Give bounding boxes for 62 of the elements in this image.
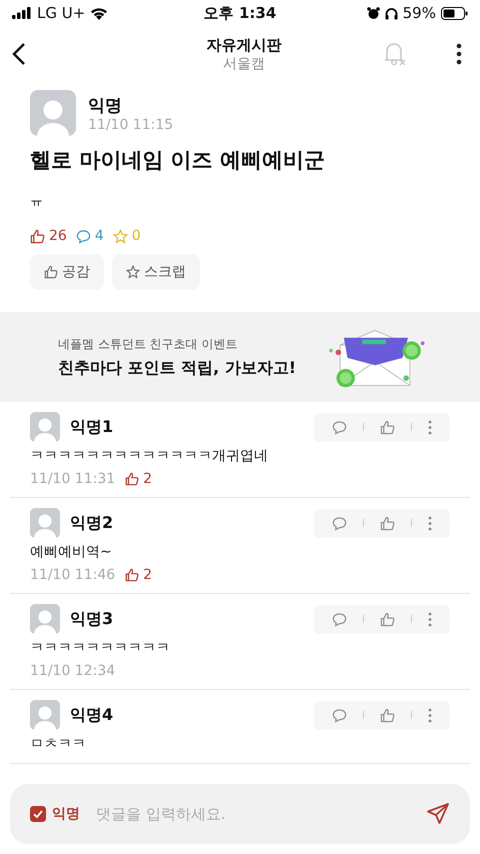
thumbs-up-icon[interactable]: [380, 612, 395, 626]
send-icon[interactable]: [426, 802, 450, 826]
like-count: 2: [143, 471, 152, 487]
star-icon: [126, 265, 140, 279]
comment-text: ㅋㅋㅋㅋㅋㅋㅋㅋㅋㅋ: [30, 639, 171, 657]
thumbs-up-icon: [125, 568, 140, 582]
like-count: 2: [143, 567, 152, 583]
comment-text: 예삐예비역~: [30, 543, 113, 561]
campus-name: 서울캠: [223, 54, 265, 72]
commenter-name: 익명4: [70, 704, 114, 726]
comment-time: 11/10 11:46: [30, 567, 116, 583]
more-icon[interactable]: [456, 43, 462, 65]
clock-time: 오후 1:34: [204, 4, 276, 22]
avatar-icon: [30, 90, 76, 136]
thumbs-up-icon: [125, 472, 140, 486]
like-count: 26: [49, 228, 67, 244]
author-name: 익명: [88, 94, 123, 116]
signal-icon: [12, 7, 32, 19]
thumbs-up-icon[interactable]: [380, 516, 395, 530]
thumbs-up-icon[interactable]: [380, 708, 395, 722]
anonymous-label: 익명: [52, 805, 80, 823]
banner-caption: 네플멤 스튜던트 친구초대 이벤트: [58, 336, 238, 352]
like-button[interactable]: 공감: [30, 254, 104, 290]
avatar-icon: [30, 508, 60, 538]
reply-icon[interactable]: [332, 420, 347, 434]
reply-icon[interactable]: [332, 516, 347, 530]
comment-text: ㅁㅊㅋㅋ: [30, 735, 87, 753]
battery-icon: [440, 6, 468, 20]
comment-icon: [76, 228, 91, 244]
reply-icon[interactable]: [332, 612, 347, 626]
commenter-name: 익명1: [70, 416, 114, 438]
commenter-name: 익명2: [70, 512, 114, 534]
comment-count: 4: [94, 228, 104, 244]
headphones-icon: [384, 6, 398, 20]
avatar-icon: [30, 412, 60, 442]
back-icon[interactable]: [12, 42, 26, 66]
avatar-icon: [30, 604, 60, 634]
reply-icon[interactable]: [332, 708, 347, 722]
comment-time: 11/10 12:34: [30, 663, 116, 679]
star-icon: [112, 228, 128, 244]
comment-input[interactable]: 댓글을 입력하세요.: [94, 804, 420, 824]
wifi-icon: [90, 6, 108, 20]
comment-time: 11/10 11:31: [30, 471, 116, 487]
carrier: LG U+: [37, 4, 86, 22]
scrap-button[interactable]: 스크랩: [112, 254, 200, 290]
board-title: 자유게시판: [206, 36, 282, 54]
post-body: ㅠ: [30, 193, 44, 210]
post-title: 헬로 마이네임 이즈 예삐예비군: [30, 147, 326, 174]
battery-percent: 59%: [402, 4, 436, 22]
commenter-name: 익명3: [70, 608, 114, 630]
event-banner[interactable]: 네플멤 스튜던트 친구초대 이벤트 친추마다 포인트 적립, 가보자고!: [0, 312, 480, 402]
banner-headline: 친추마다 포인트 적립, 가보자고!: [58, 358, 296, 378]
thumbs-up-icon: [44, 265, 58, 279]
avatar-icon: [30, 700, 60, 730]
bell-off-icon[interactable]: [382, 40, 408, 68]
post-time: 11/10 11:15: [88, 116, 174, 132]
thumbs-up-icon: [30, 228, 45, 244]
checkbox[interactable]: [30, 806, 46, 822]
scrap-count: 0: [132, 228, 141, 244]
thumbs-up-icon[interactable]: [380, 420, 395, 434]
alarm-icon: [366, 6, 380, 20]
comment-text: ㅋㅋㅋㅋㅋㅋㅋㅋㅋㅋㅋㅋㅋ개귀엽네: [30, 447, 269, 465]
